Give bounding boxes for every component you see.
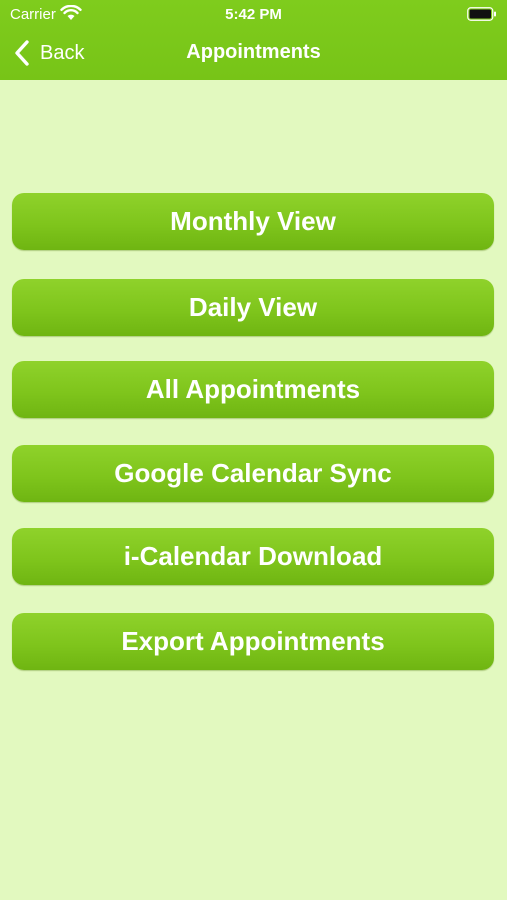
all-appointments-button[interactable]: All Appointments [12,361,494,418]
export-appointments-button[interactable]: Export Appointments [12,613,494,670]
daily-view-button[interactable]: Daily View [12,279,494,336]
monthly-view-button[interactable]: Monthly View [12,193,494,250]
icalendar-download-button[interactable]: i-Calendar Download [12,528,494,585]
status-bar: Carrier 5:42 PM [0,0,507,28]
page-title: Appointments [186,41,321,63]
battery-icon [467,7,496,21]
status-time: 5:42 PM [225,6,282,23]
google-calendar-sync-button[interactable]: Google Calendar Sync [12,445,494,502]
top-bar: Carrier 5:42 PM Back Appointments [0,0,507,80]
navigation-bar: Back Appointments [0,28,507,80]
